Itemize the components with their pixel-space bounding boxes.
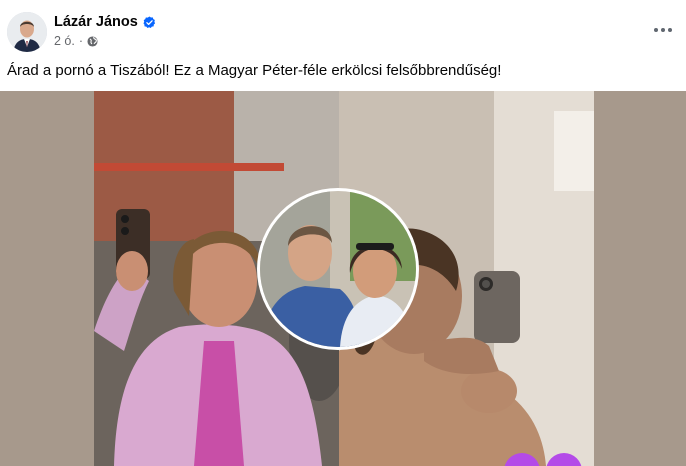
post-time[interactable]: 2 ó.	[54, 34, 75, 48]
more-dot	[668, 28, 672, 32]
author-avatar[interactable]	[7, 12, 47, 52]
post-header: Lázár János 2 ó. ·	[0, 0, 686, 60]
globe-icon[interactable]	[87, 35, 98, 47]
inset-portrait-photo	[257, 188, 419, 350]
verified-badge-icon	[143, 15, 156, 29]
more-options-icon[interactable]	[648, 18, 678, 42]
more-dot	[661, 28, 665, 32]
meta-separator: ·	[78, 34, 84, 48]
post-text: Árad a pornó a Tiszából! Ez a Magyar Pét…	[7, 62, 502, 79]
post-image[interactable]	[0, 91, 686, 466]
author-name[interactable]: Lázár János	[54, 14, 138, 30]
author-name-row: Lázár János	[54, 14, 156, 30]
post-meta: 2 ó. ·	[54, 34, 98, 48]
more-dot	[654, 28, 658, 32]
